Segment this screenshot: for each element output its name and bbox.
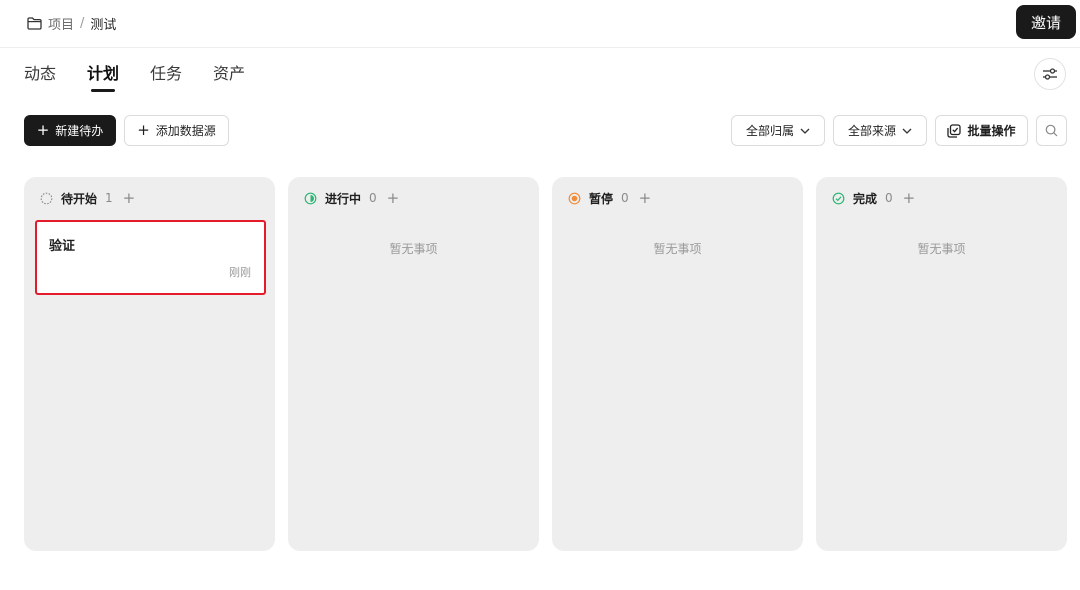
kanban-board: 待开始 1 + 验证 刚刚 进行中 0 + 暂无事项 暂停 0 + 暂无事项 完… <box>24 177 1068 551</box>
batch-operation-label: 批量操作 <box>967 124 1016 138</box>
new-todo-button[interactable]: + 新建待办 <box>24 115 116 146</box>
in-progress-status-icon <box>304 192 317 204</box>
column-add-button[interactable]: + <box>903 190 916 206</box>
owner-filter-dropdown[interactable]: 全部归属 <box>731 115 825 146</box>
plus-icon: + <box>137 121 150 139</box>
column-count: 0 <box>369 191 377 205</box>
column-header: 完成 0 + <box>832 189 915 207</box>
tab-assets[interactable]: 资产 <box>213 62 245 92</box>
tab-plan[interactable]: 计划 <box>87 62 119 92</box>
breadcrumb-separator: / <box>80 15 85 31</box>
view-tabs: 动态 计划 任务 资产 <box>24 62 276 94</box>
breadcrumb-project[interactable]: 项目 <box>48 14 74 33</box>
batch-select-icon <box>947 123 962 138</box>
add-datasource-button[interactable]: + 添加数据源 <box>124 115 229 146</box>
column-title: 完成 <box>853 191 878 206</box>
empty-state: 暂无事项 <box>389 242 438 256</box>
pending-status-icon <box>40 192 53 204</box>
card-title: 验证 <box>49 239 76 254</box>
column-title: 进行中 <box>325 191 362 206</box>
batch-operation-button[interactable]: 批量操作 <box>935 115 1028 146</box>
settings-button[interactable] <box>1034 58 1066 90</box>
plus-icon: + <box>36 121 50 139</box>
source-filter-label: 全部来源 <box>847 124 896 138</box>
sliders-icon <box>1043 68 1057 80</box>
column-add-button[interactable]: + <box>123 190 136 206</box>
column-count: 0 <box>885 191 893 205</box>
new-todo-label: 新建待办 <box>55 124 104 138</box>
column-paused: 暂停 0 + 暂无事项 <box>552 177 803 551</box>
column-header: 暂停 0 + <box>568 189 651 207</box>
column-header: 待开始 1 + <box>40 189 135 207</box>
breadcrumb-current: 测试 <box>90 17 117 33</box>
todo-card[interactable]: 验证 刚刚 <box>35 220 266 295</box>
column-header: 进行中 0 + <box>304 189 399 207</box>
chevron-down-icon <box>800 128 810 134</box>
breadcrumb: 项目 / 测试 <box>27 13 116 33</box>
folder-icon <box>27 16 42 30</box>
column-in-progress: 进行中 0 + 暂无事项 <box>288 177 539 551</box>
tab-tasks[interactable]: 任务 <box>150 62 182 92</box>
chevron-down-icon <box>902 128 912 134</box>
check-circle-icon <box>832 192 845 204</box>
source-filter-dropdown[interactable]: 全部来源 <box>833 115 927 146</box>
empty-state: 暂无事项 <box>917 242 966 256</box>
column-todo: 待开始 1 + 验证 刚刚 <box>24 177 275 551</box>
column-title: 待开始 <box>61 191 98 206</box>
search-button[interactable] <box>1036 115 1067 146</box>
invite-button[interactable]: 邀请 <box>1016 5 1076 39</box>
tab-activity[interactable]: 动态 <box>24 62 56 92</box>
search-icon <box>1045 124 1058 137</box>
owner-filter-label: 全部归属 <box>745 124 794 138</box>
toolbar: + 新建待办 + 添加数据源 全部归属 全部来源 批量操作 <box>24 115 1067 146</box>
column-add-button[interactable]: + <box>387 190 400 206</box>
paused-status-icon <box>568 192 581 204</box>
column-count: 0 <box>621 191 629 205</box>
top-bar: 项目 / 测试 邀请 <box>0 0 1080 48</box>
add-datasource-label: 添加数据源 <box>155 124 216 138</box>
empty-state: 暂无事项 <box>653 242 702 256</box>
card-timestamp: 刚刚 <box>229 266 251 279</box>
column-done: 完成 0 + 暂无事项 <box>816 177 1067 551</box>
column-add-button[interactable]: + <box>639 190 652 206</box>
column-title: 暂停 <box>589 191 614 206</box>
column-count: 1 <box>105 191 113 205</box>
